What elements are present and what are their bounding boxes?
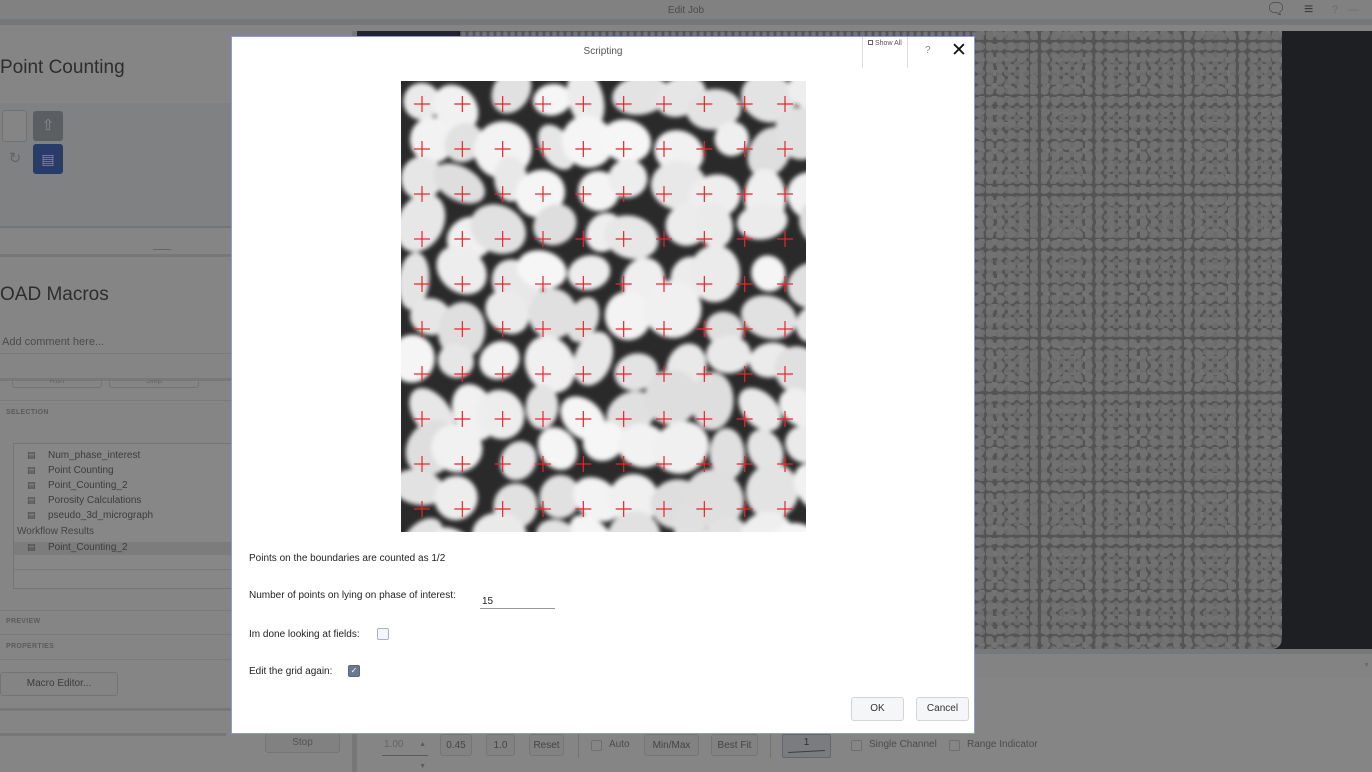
divider xyxy=(907,37,908,68)
scripting-dialog: Scripting Show All ? ✕ Points on the bou… xyxy=(231,36,975,734)
points-input[interactable] xyxy=(480,590,555,609)
show-all-toggle[interactable]: Show All xyxy=(868,40,902,47)
boundary-note: Points on the boundaries are counted as … xyxy=(249,553,446,564)
checkmark-icon: ✓ xyxy=(350,666,358,675)
cancel-button[interactable]: Cancel xyxy=(916,697,969,721)
checkbox-icon xyxy=(868,40,873,45)
help-button[interactable]: ? xyxy=(925,45,931,56)
done-checkbox[interactable] xyxy=(377,628,389,640)
done-label: Im done looking at fields: xyxy=(249,629,360,640)
close-button[interactable]: ✕ xyxy=(951,40,967,62)
micrograph-svg xyxy=(401,81,806,532)
divider xyxy=(862,37,863,68)
edit-grid-checkbox[interactable]: ✓ xyxy=(348,665,360,677)
close-icon: ✕ xyxy=(951,40,967,61)
edit-grid-label: Edit the grid again: xyxy=(249,666,333,677)
micrograph-field[interactable] xyxy=(401,81,806,532)
points-label: Number of points on lying on phase of in… xyxy=(249,590,456,601)
ok-button[interactable]: OK xyxy=(851,697,904,721)
